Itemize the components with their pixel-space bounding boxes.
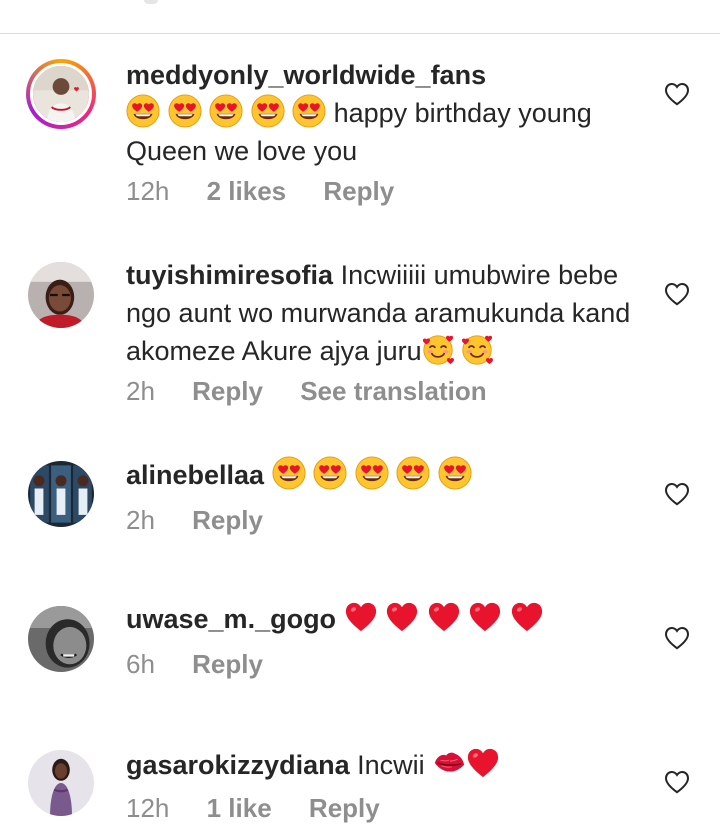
like-heart-icon[interactable]	[664, 82, 690, 106]
heart-eyes-emoji-icon	[168, 94, 202, 128]
avatar[interactable]	[28, 750, 94, 816]
profile-photo-icon	[28, 262, 94, 328]
reply-button[interactable]: Reply	[192, 376, 263, 406]
avatar[interactable]	[28, 606, 94, 672]
red-heart-emoji-icon	[468, 600, 502, 634]
red-heart-emoji-icon	[427, 600, 461, 634]
avatar[interactable]	[28, 461, 94, 527]
comment-meta: 6h Reply	[126, 649, 293, 680]
comment-time: 12h	[126, 176, 170, 206]
comment-likes[interactable]: 2 likes	[207, 176, 287, 206]
comment-time: 12h	[126, 793, 170, 823]
profile-photo-icon	[28, 606, 94, 672]
avatar[interactable]	[28, 262, 94, 328]
comment-body: gasarokizzydiana Incwii	[126, 746, 646, 784]
comment-username[interactable]: gasarokizzydiana	[126, 750, 350, 780]
comment-body: meddyonly_worldwide_fans happy birthday …	[126, 56, 646, 170]
comment-time: 6h	[126, 649, 155, 679]
comment-time: 2h	[126, 376, 155, 406]
reply-button[interactable]: Reply	[192, 649, 263, 679]
heart-eyes-emoji-icon	[355, 456, 389, 490]
comment-body: alinebellaa	[126, 456, 646, 494]
profile-photo-icon	[33, 66, 89, 122]
profile-photo-icon	[28, 750, 94, 816]
comment-time: 2h	[126, 505, 155, 535]
like-heart-icon[interactable]	[664, 482, 690, 506]
comment-body: tuyishimiresofia Incwiiiii umubwire bebe…	[126, 256, 636, 370]
like-heart-icon[interactable]	[664, 770, 690, 794]
see-translation-button[interactable]: See translation	[300, 376, 486, 406]
heart-eyes-emoji-icon	[313, 456, 347, 490]
avatar[interactable]	[26, 59, 96, 129]
smiling-face-with-hearts-emoji-icon	[461, 334, 493, 366]
like-heart-icon[interactable]	[664, 626, 690, 650]
comment-username[interactable]: uwase_m._gogo	[126, 604, 336, 634]
red-heart-emoji-icon	[510, 600, 544, 634]
kiss-mark-emoji-icon	[432, 746, 466, 780]
reply-button[interactable]: Reply	[309, 793, 380, 823]
heart-eyes-emoji-icon	[292, 94, 326, 128]
comment-meta: 2h Reply	[126, 505, 293, 536]
heart-eyes-emoji-icon	[272, 456, 306, 490]
divider	[0, 33, 720, 34]
heart-eyes-emoji-icon	[396, 456, 430, 490]
comment-meta: 12h 2 likes Reply	[126, 176, 424, 207]
red-heart-emoji-icon	[385, 600, 419, 634]
red-heart-emoji-icon	[344, 600, 378, 634]
comment-username[interactable]: meddyonly_worldwide_fans	[126, 56, 646, 94]
heart-eyes-emoji-icon	[209, 94, 243, 128]
comment-likes[interactable]: 1 like	[207, 793, 272, 823]
heart-eyes-emoji-icon	[438, 456, 472, 490]
smiling-face-with-hearts-emoji-icon	[422, 334, 454, 366]
comment-body: uwase_m._gogo	[126, 600, 646, 638]
heart-eyes-emoji-icon	[251, 94, 285, 128]
comment-meta: 2h Reply See translation	[126, 376, 517, 407]
profile-photo-icon	[28, 461, 94, 527]
reply-button[interactable]: Reply	[323, 176, 394, 206]
reply-button[interactable]: Reply	[192, 505, 263, 535]
red-heart-emoji-icon	[466, 746, 500, 780]
comment-text: Incwii	[357, 750, 425, 780]
heart-eyes-emoji-icon	[126, 94, 160, 128]
comment-username[interactable]: alinebellaa	[126, 460, 264, 490]
comment-meta: 12h 1 like Reply	[126, 793, 410, 824]
comment-username[interactable]: tuyishimiresofia	[126, 260, 333, 290]
top-scroll-remnant	[144, 0, 158, 4]
like-heart-icon[interactable]	[664, 282, 690, 306]
